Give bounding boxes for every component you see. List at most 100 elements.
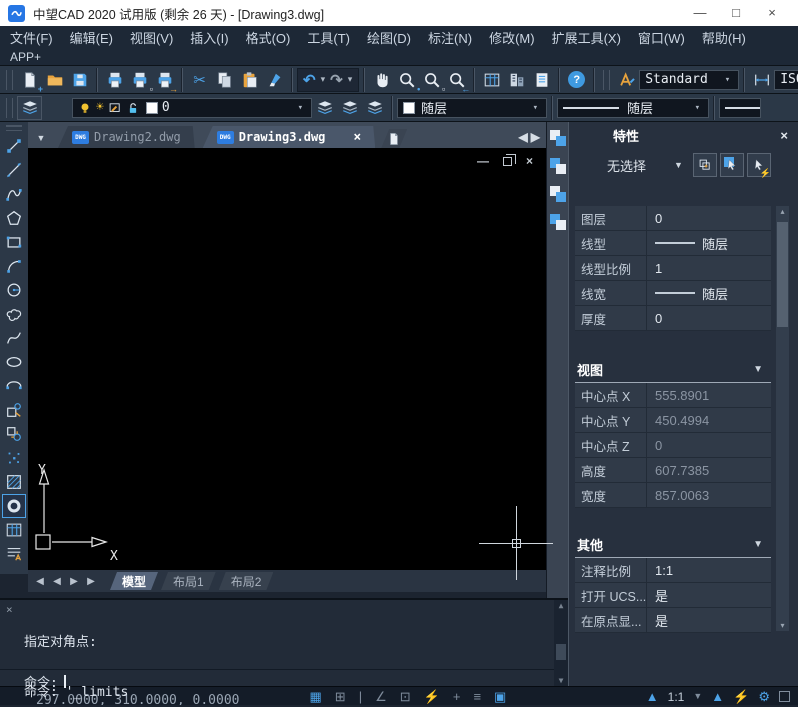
undo-dropdown-icon[interactable]: ▾: [321, 74, 326, 85]
pan-button[interactable]: [369, 68, 394, 92]
chevron-down-icon[interactable]: ▼: [674, 160, 683, 170]
match-properties-button[interactable]: [262, 68, 287, 92]
dim-style-combo[interactable]: ISO-25: [774, 70, 798, 90]
draw-circle-button[interactable]: [2, 278, 26, 302]
publish-button[interactable]: →: [152, 68, 177, 92]
toolbar-grip[interactable]: [6, 70, 13, 90]
mdi-minimize-button[interactable]: —: [477, 154, 489, 168]
lineweight-toggle-icon[interactable]: ≡: [473, 689, 481, 704]
otrack-toggle-icon[interactable]: ⚡: [424, 689, 440, 704]
chevron-down-icon[interactable]: ▼: [693, 689, 702, 704]
command-line-window[interactable]: × 指定对角点: 命令: '_limits 指定左下点或限界 [开(ON)/关(…: [0, 598, 568, 686]
close-button[interactable]: ×: [754, 0, 790, 26]
layout-nav-last-icon[interactable]: ▶: [83, 576, 99, 587]
annotation-visibility-icon[interactable]: ▲: [711, 689, 724, 704]
draw-ellipse-button[interactable]: [2, 350, 26, 374]
insert-block-button[interactable]: [2, 398, 26, 422]
tab-layout2[interactable]: 布局2: [219, 572, 274, 590]
panel-close-icon[interactable]: ×: [780, 128, 788, 143]
menu-item-tools[interactable]: 工具(T): [307, 28, 350, 47]
dim-style-button[interactable]: [749, 68, 774, 92]
toggle-pickadd-button[interactable]: ⚡: [747, 153, 771, 177]
layout-nav-first-icon[interactable]: ◀: [32, 576, 48, 587]
copy-button[interactable]: [212, 68, 237, 92]
plot-button[interactable]: [102, 68, 127, 92]
property-value[interactable]: 1: [647, 256, 771, 280]
help-button[interactable]: ?: [564, 68, 589, 92]
mdi-restore-button[interactable]: [503, 157, 512, 166]
layer-previous-button[interactable]: [312, 96, 337, 120]
menu-item-express-tools[interactable]: 扩展工具(X): [552, 28, 621, 47]
menu-item-edit[interactable]: 编辑(E): [70, 28, 113, 47]
settings-gear-icon[interactable]: ⚙: [758, 689, 770, 704]
property-value[interactable]: 随层: [647, 231, 771, 255]
layer-combo[interactable]: ☀ 0 ▾: [72, 98, 312, 118]
tab-drawing3[interactable]: DWG Drawing3.dwg ×: [203, 126, 376, 148]
hatch-button[interactable]: [2, 470, 26, 494]
draw-rectangle-button[interactable]: [2, 230, 26, 254]
draw-point-button[interactable]: [2, 446, 26, 470]
panel-scrollbar[interactable]: ▴ ▾: [776, 206, 789, 631]
minimize-button[interactable]: —: [682, 0, 718, 26]
tab-model[interactable]: 模型: [110, 572, 158, 590]
layer-manager-button[interactable]: [17, 96, 42, 120]
tab-list-menu-button[interactable]: ▼: [32, 133, 50, 148]
property-value[interactable]: 是: [647, 608, 771, 632]
annotation-scale-value[interactable]: 1:1: [668, 690, 685, 704]
selection-dropdown[interactable]: 无选择: [607, 156, 646, 175]
make-block-button[interactable]: [2, 422, 26, 446]
design-center-button[interactable]: [504, 68, 529, 92]
tab-scroll-right-icon[interactable]: ▶: [531, 130, 540, 144]
table-button[interactable]: [2, 518, 26, 542]
undo-button[interactable]: ↶: [301, 71, 318, 89]
property-value[interactable]: 0: [647, 306, 771, 330]
properties-palette-button[interactable]: [479, 68, 504, 92]
tab-close-icon[interactable]: ×: [353, 130, 361, 145]
annotation-scale-icon[interactable]: ▲: [646, 689, 659, 704]
scroll-up-icon[interactable]: ▴: [776, 207, 789, 216]
color-combo[interactable]: 随层 ▾: [397, 98, 547, 118]
send-to-back-button[interactable]: [550, 158, 566, 174]
layout-nav-next-icon[interactable]: ▶: [66, 576, 82, 587]
property-value[interactable]: 随层: [647, 281, 771, 305]
linetype-combo[interactable]: 随层 ▾: [557, 98, 709, 118]
bring-above-objects-button[interactable]: [550, 186, 566, 202]
zoom-window-button[interactable]: ▫: [419, 68, 444, 92]
select-objects-button[interactable]: [720, 153, 744, 177]
zoom-realtime-button[interactable]: •: [394, 68, 419, 92]
bring-to-front-button[interactable]: [550, 130, 566, 146]
command-scrollbar[interactable]: ▲ ▼: [554, 600, 568, 686]
polar-toggle-icon[interactable]: ∠: [375, 689, 387, 704]
scrollbar-thumb[interactable]: [556, 644, 566, 660]
tab-drawing2[interactable]: DWG Drawing2.dwg: [58, 126, 195, 148]
section-header-view[interactable]: 视图 ▼: [575, 357, 771, 383]
section-header-misc[interactable]: 其他 ▼: [575, 532, 771, 558]
menu-item-modify[interactable]: 修改(M): [489, 28, 535, 47]
auto-annotation-icon[interactable]: ⚡: [733, 689, 749, 704]
save-button[interactable]: [67, 68, 92, 92]
open-file-button[interactable]: [42, 68, 67, 92]
toolbar-grip[interactable]: [6, 125, 22, 131]
lineweight-combo[interactable]: 随层: [719, 98, 761, 118]
fullscreen-icon[interactable]: [779, 691, 790, 702]
mtext-button[interactable]: [2, 542, 26, 566]
tool-palettes-button[interactable]: [529, 68, 554, 92]
toolbar-grip[interactable]: [603, 70, 610, 90]
cut-button[interactable]: ✂: [187, 68, 212, 92]
scroll-up-icon[interactable]: ▲: [554, 601, 568, 610]
quick-select-button[interactable]: [693, 153, 717, 177]
text-style-button[interactable]: [614, 68, 639, 92]
new-tab-button[interactable]: [381, 129, 407, 148]
layer-states-button[interactable]: [337, 96, 362, 120]
menu-item-view[interactable]: 视图(V): [130, 28, 173, 47]
maximize-button[interactable]: □: [718, 0, 754, 26]
draw-polyline-button[interactable]: [2, 182, 26, 206]
command-close-icon[interactable]: ×: [6, 603, 13, 616]
draw-ellipse-arc-button[interactable]: [2, 374, 26, 398]
draw-donut-button[interactable]: [2, 494, 26, 518]
layout-nav-prev-icon[interactable]: ◀: [49, 576, 65, 587]
property-value[interactable]: 0: [647, 206, 771, 230]
property-value[interactable]: 是: [647, 583, 771, 607]
plot-preview-button[interactable]: ▫: [127, 68, 152, 92]
redo-dropdown-icon[interactable]: ▾: [348, 74, 353, 85]
